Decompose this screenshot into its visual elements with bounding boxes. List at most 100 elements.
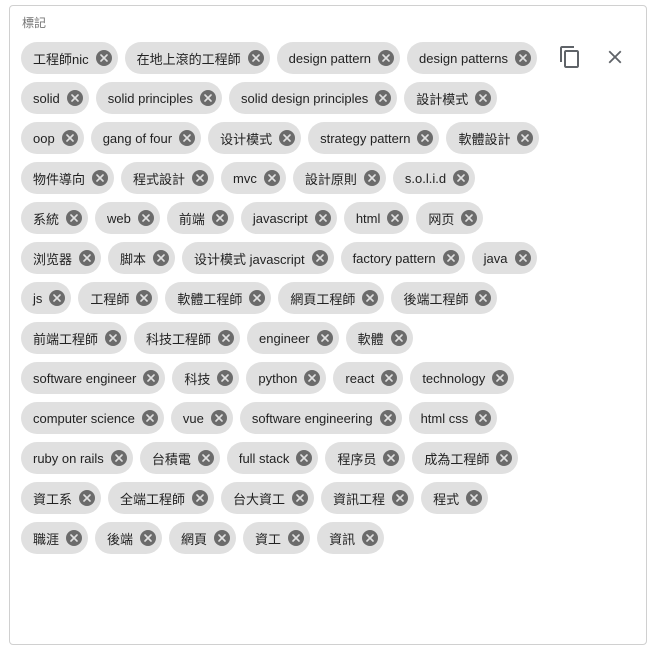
tag-chip[interactable]: 前端工程師 (21, 322, 128, 354)
tag-chip[interactable]: 脚本 (108, 242, 176, 274)
remove-tag-icon[interactable] (496, 450, 513, 466)
remove-tag-icon[interactable] (217, 370, 234, 386)
tag-chip[interactable]: 資工 (243, 522, 311, 554)
remove-tag-icon[interactable] (514, 250, 531, 266)
remove-tag-icon[interactable] (210, 410, 227, 426)
tag-chip[interactable]: oop (21, 122, 84, 154)
remove-tag-icon[interactable] (79, 250, 96, 266)
remove-tag-icon[interactable] (375, 90, 392, 106)
tag-chip[interactable]: 網頁工程師 (278, 282, 385, 314)
tag-chip[interactable]: 浏览器 (21, 242, 102, 274)
remove-tag-icon[interactable] (362, 290, 379, 306)
tag-chip[interactable]: 工程師 (78, 282, 159, 314)
tag-chip[interactable]: 科技 (172, 362, 240, 394)
remove-tag-icon[interactable] (292, 490, 309, 506)
remove-tag-icon[interactable] (514, 50, 531, 66)
tag-chip[interactable]: 資訊 (317, 522, 385, 554)
remove-tag-icon[interactable] (288, 530, 305, 546)
remove-tag-icon[interactable] (192, 490, 209, 506)
tag-chip[interactable]: software engineering (239, 402, 402, 434)
tag-chip[interactable]: html (343, 202, 410, 234)
remove-tag-icon[interactable] (453, 170, 470, 186)
tag-chip[interactable]: 设计模式 (208, 122, 302, 154)
remove-tag-icon[interactable] (279, 130, 296, 146)
tag-chip[interactable]: solid design principles (229, 82, 398, 114)
remove-tag-icon[interactable] (304, 370, 321, 386)
remove-tag-icon[interactable] (466, 490, 483, 506)
remove-tag-icon[interactable] (263, 170, 280, 186)
remove-tag-icon[interactable] (363, 170, 380, 186)
remove-tag-icon[interactable] (379, 410, 396, 426)
tag-chip[interactable]: 程序员 (325, 442, 406, 474)
tag-chip[interactable]: design patterns (407, 42, 537, 74)
remove-tag-icon[interactable] (383, 450, 400, 466)
remove-tag-icon[interactable] (95, 50, 112, 66)
tag-chip[interactable]: solid (21, 82, 89, 114)
remove-tag-icon[interactable] (66, 530, 83, 546)
tag-chip[interactable]: 後端 (95, 522, 163, 554)
tag-chip[interactable]: s.o.l.i.d (392, 162, 476, 194)
remove-tag-icon[interactable] (381, 370, 398, 386)
remove-tag-icon[interactable] (378, 50, 395, 66)
tag-chip[interactable]: 设计模式 javascript (182, 242, 334, 274)
tag-chip[interactable]: python (246, 362, 327, 394)
remove-tag-icon[interactable] (211, 210, 228, 226)
tag-chip[interactable]: gang of four (90, 122, 202, 154)
remove-tag-icon[interactable] (137, 210, 154, 226)
tag-chip[interactable]: react (333, 362, 404, 394)
clear-all-button[interactable] (601, 43, 629, 71)
tag-chip[interactable]: 科技工程師 (134, 322, 241, 354)
tag-chip[interactable]: 程式 (421, 482, 489, 514)
remove-tag-icon[interactable] (110, 450, 127, 466)
remove-tag-icon[interactable] (153, 250, 170, 266)
tag-chip[interactable]: 網頁 (169, 522, 237, 554)
tag-chip[interactable]: 設計原則 (292, 162, 386, 194)
remove-tag-icon[interactable] (140, 530, 157, 546)
remove-tag-icon[interactable] (136, 290, 153, 306)
tag-chip[interactable]: 設計模式 (404, 82, 498, 114)
remove-tag-icon[interactable] (362, 530, 379, 546)
tag-chip[interactable]: 資工系 (21, 482, 102, 514)
tag-chip[interactable]: 軟體設計 (446, 122, 540, 154)
tag-chip[interactable]: 网页 (416, 202, 484, 234)
tag-chip[interactable]: 物件導向 (21, 162, 115, 194)
tag-chip[interactable]: html css (408, 402, 498, 434)
tag-chip[interactable]: solid principles (95, 82, 223, 114)
remove-tag-icon[interactable] (92, 170, 109, 186)
remove-tag-icon[interactable] (49, 290, 66, 306)
remove-tag-icon[interactable] (475, 90, 492, 106)
remove-tag-icon[interactable] (475, 410, 492, 426)
tag-chip[interactable]: mvc (221, 162, 286, 194)
tag-chip[interactable]: java (471, 242, 537, 274)
remove-tag-icon[interactable] (442, 250, 459, 266)
remove-tag-icon[interactable] (316, 330, 333, 346)
tag-chip[interactable]: software engineer (21, 362, 166, 394)
tag-chip[interactable]: factory pattern (340, 242, 465, 274)
remove-tag-icon[interactable] (249, 290, 266, 306)
tag-chip[interactable]: full stack (226, 442, 319, 474)
remove-tag-icon[interactable] (392, 490, 409, 506)
remove-tag-icon[interactable] (66, 90, 83, 106)
tag-chip[interactable]: 程式設計 (121, 162, 215, 194)
remove-tag-icon[interactable] (390, 330, 407, 346)
tag-chip[interactable]: 前端 (166, 202, 234, 234)
remove-tag-icon[interactable] (66, 210, 83, 226)
remove-tag-icon[interactable] (311, 250, 328, 266)
remove-tag-icon[interactable] (492, 370, 509, 386)
remove-tag-icon[interactable] (218, 330, 235, 346)
remove-tag-icon[interactable] (296, 450, 313, 466)
tag-chip[interactable]: computer science (21, 402, 164, 434)
remove-tag-icon[interactable] (387, 210, 404, 226)
tag-chip[interactable]: 全端工程師 (108, 482, 215, 514)
tag-chip[interactable]: 軟體 (345, 322, 413, 354)
tag-chip[interactable]: 台積電 (139, 442, 220, 474)
remove-tag-icon[interactable] (179, 130, 196, 146)
tag-chip[interactable]: 成為工程師 (412, 442, 519, 474)
tag-chip[interactable]: web (95, 202, 160, 234)
tag-chip[interactable]: engineer (247, 322, 339, 354)
remove-tag-icon[interactable] (417, 130, 434, 146)
tag-chip[interactable]: strategy pattern (308, 122, 440, 154)
tag-chip[interactable]: 後端工程師 (391, 282, 498, 314)
remove-tag-icon[interactable] (461, 210, 478, 226)
remove-tag-icon[interactable] (79, 490, 96, 506)
